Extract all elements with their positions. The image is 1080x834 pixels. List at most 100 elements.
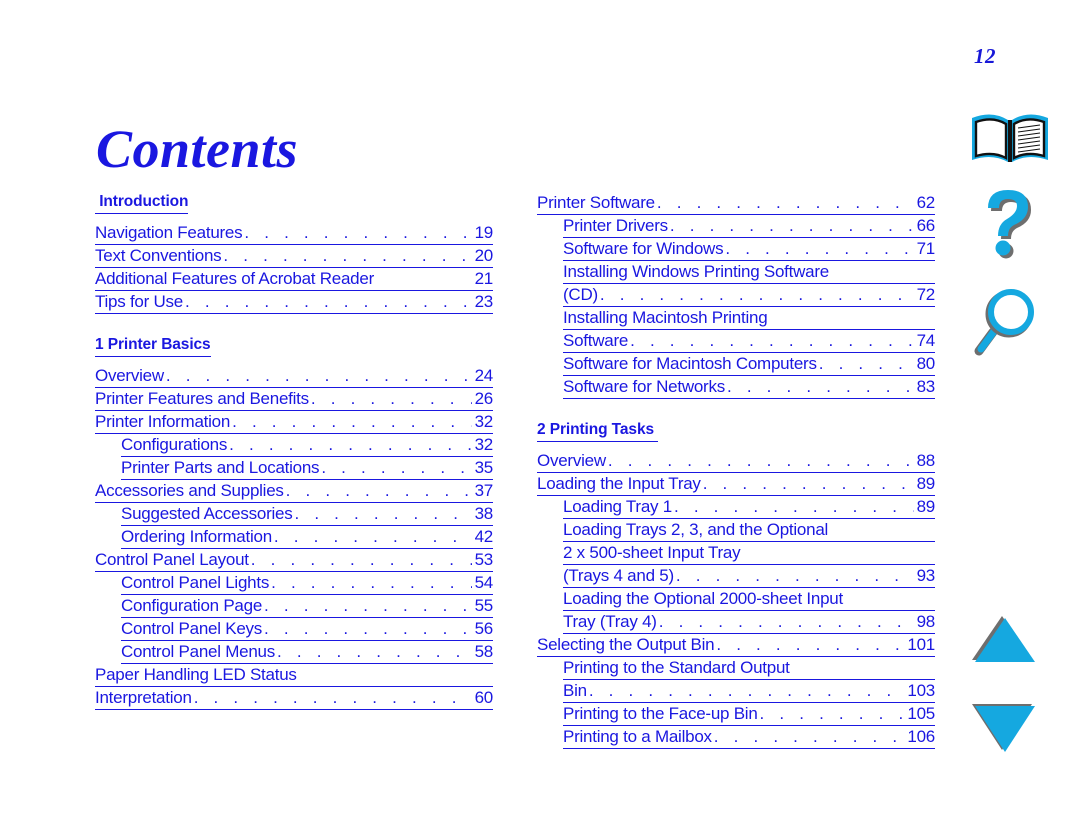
toc-entry[interactable]: Printing to the Standard Output . . . . … [537,657,935,703]
open-book-icon[interactable] [962,108,1058,170]
dot-leader: . . . . . . . . . . . . . . . . . . . . … [716,635,905,654]
toc-entry-line: (CD). . . . . . . . . . . . . . . . . . … [563,284,935,307]
toc-page-number: 103 [907,681,935,700]
toc-entry-group: Overview. . . . . . . . . . . . . . . . … [537,450,935,749]
magnifier-icon[interactable] [962,288,1058,356]
toc-entry-line: Installing Macintosh Printing . . . . . … [563,307,935,330]
toc-page-number: 89 [916,497,936,516]
toc-entry-title: Suggested Accessories [121,504,293,523]
toc-entry-title: Installing Windows Printing Software [563,262,834,281]
toc-entry-title: Control Panel Menus [121,642,276,661]
dot-leader: . . . . . . . . . . . . . . . . . . . . … [250,550,472,569]
toc-entry-line: Printing to the Face-up Bin. . . . . . .… [563,703,935,726]
toc-entry[interactable]: Configurations. . . . . . . . . . . . . … [95,434,493,457]
toc-entry[interactable]: Control Panel Keys. . . . . . . . . . . … [95,618,493,641]
toc-entry-line: Additional Features of Acrobat Reader. .… [95,268,493,291]
toc-page-number: 93 [916,566,936,585]
dot-leader: . . . . . . . . . . . . . . . . . . . . … [673,497,914,516]
toc-entry-title: Software for Networks [563,377,725,396]
dot-leader: . . . . . . . . . . . . . . . . . . . . … [669,216,914,235]
toc-entry-title: Configurations [121,435,228,454]
toc-entry[interactable]: Additional Features of Acrobat Reader. .… [95,268,493,291]
toc-entry-line: Printer Software. . . . . . . . . . . . … [537,192,935,215]
dot-leader: . . . . . . . . . . . . . . . . . . . . … [193,688,472,707]
toc-page-number: 32 [474,435,494,454]
dot-leader: . . . . . . . . . . . . . . . . . . . . … [165,366,472,385]
toc-page-number: 37 [474,481,494,500]
toc-entry[interactable]: Overview. . . . . . . . . . . . . . . . … [95,365,493,388]
toc-entry-line: Tray (Tray 4). . . . . . . . . . . . . .… [563,611,935,634]
toc-entry[interactable]: Printer Information. . . . . . . . . . .… [95,411,493,434]
toc-entry-title: Control Panel Keys [121,619,263,638]
toc-entry[interactable]: Control Panel Layout. . . . . . . . . . … [95,549,493,572]
dot-leader: . . . . . . . . . . . . . . . . . . . . … [725,239,914,258]
toc-section-heading[interactable]: Introduction [95,192,493,214]
toc-entry-title: (Trays 4 and 5) [563,566,674,585]
arrow-up-icon[interactable] [962,612,1058,666]
toc-entry[interactable]: Printer Parts and Locations. . . . . . .… [95,457,493,480]
toc-entry-title: Overview [95,366,164,385]
toc-entry[interactable]: Selecting the Output Bin. . . . . . . . … [537,634,935,657]
dot-leader: . . . . . . . . . . . . . . . . . . . . … [599,285,914,304]
toc-page-number: 20 [474,246,494,265]
dot-leader: . . . . . . . . . . . . . . . . . . . . … [713,727,905,746]
dot-leader: . . . . . . . . . . . . . . . . . . . . … [223,246,472,265]
toc-entry[interactable]: Navigation Features. . . . . . . . . . .… [95,222,493,245]
toc-entry[interactable]: Loading Tray 1. . . . . . . . . . . . . … [537,496,935,519]
dot-leader: . . . . . . . . . . . . . . . . . . . . … [244,223,471,242]
dot-leader: . . . . . . . . . . . . . . . . . . . . … [702,474,914,493]
toc-entry[interactable]: Paper Handling LED Status . . . . . . . … [95,664,493,710]
toc-entry-line: Installing Windows Printing Software . .… [563,261,935,284]
toc-section-heading[interactable]: 2 Printing Tasks [537,420,935,442]
toc-entry[interactable]: Installing Windows Printing Software . .… [537,261,935,307]
toc-entry[interactable]: Text Conventions. . . . . . . . . . . . … [95,245,493,268]
toc-entry[interactable]: Suggested Accessories. . . . . . . . . .… [95,503,493,526]
toc-entry-line: 2 x 500-sheet Input Tray . . . . . . . .… [563,542,935,565]
toc-entry[interactable]: Printing to a Mailbox. . . . . . . . . .… [537,726,935,749]
toc-entry[interactable]: Software for Networks. . . . . . . . . .… [537,376,935,399]
toc-entry[interactable]: Control Panel Lights. . . . . . . . . . … [95,572,493,595]
toc-entry[interactable]: Printer Drivers. . . . . . . . . . . . .… [537,215,935,238]
toc-page-number: 98 [916,612,936,631]
toc-entry[interactable]: Printer Features and Benefits. . . . . .… [95,388,493,411]
toc-entry[interactable]: Loading Trays 2, 3, and the Optional . .… [537,519,935,588]
toc-column-left: Introduction Navigation Features. . . . .… [95,192,493,710]
toc-entry[interactable]: Loading the Input Tray. . . . . . . . . … [537,473,935,496]
dot-leader: . . . . . . . . . . . . . . . . . . . . … [285,481,472,500]
toc-entry[interactable]: Configuration Page. . . . . . . . . . . … [95,595,493,618]
dot-leader: . . . . . . . . . . . . . . . . . . . . … [185,292,472,311]
toc-entry-line: Interpretation. . . . . . . . . . . . . … [95,687,493,710]
toc-page-number: 83 [916,377,936,396]
toc-entry-line: (Trays 4 and 5). . . . . . . . . . . . .… [563,565,935,588]
toc-page-number: 105 [907,704,935,723]
toc-page-number: 101 [907,635,935,654]
toc-entry-line: Accessories and Supplies. . . . . . . . … [95,480,493,503]
toc-entry[interactable]: Software for Windows. . . . . . . . . . … [537,238,935,261]
dot-leader: . . . . . . . . . . . . . . . . . . . . … [273,527,472,546]
toc-entry[interactable]: Printing to the Face-up Bin. . . . . . .… [537,703,935,726]
toc-entry[interactable]: Tips for Use. . . . . . . . . . . . . . … [95,291,493,314]
toc-entry[interactable]: Accessories and Supplies. . . . . . . . … [95,480,493,503]
arrow-down-icon[interactable] [962,700,1058,754]
toc-entry-group: Overview. . . . . . . . . . . . . . . . … [95,365,493,710]
toc-entry-title: Printer Parts and Locations [121,458,320,477]
toc-entry-title: Control Panel Lights [121,573,270,592]
toc-entry[interactable]: Overview. . . . . . . . . . . . . . . . … [537,450,935,473]
toc-page-number: 66 [916,216,936,235]
toc-section-heading[interactable]: 1 Printer Basics [95,335,493,357]
dot-leader: . . . . . . . . . . . . . . . . . . . . … [675,566,914,585]
toc-entry-title: Ordering Information [121,527,272,546]
toc-entry[interactable]: Control Panel Menus. . . . . . . . . . .… [95,641,493,664]
toc-entry[interactable]: Printer Software. . . . . . . . . . . . … [537,192,935,215]
toc-entry-line: Tips for Use. . . . . . . . . . . . . . … [95,291,493,314]
toc-entry[interactable]: Ordering Information. . . . . . . . . . … [95,526,493,549]
toc-entry[interactable]: Loading the Optional 2000-sheet Input . … [537,588,935,634]
dot-leader: . . . . . . . . . . . . . . . . . . . . … [229,435,471,454]
toc-page-number: 55 [474,596,494,615]
question-mark-icon[interactable] [962,186,1058,260]
toc-entry[interactable]: Software for Macintosh Computers. . . . … [537,353,935,376]
dot-leader: . . . . . . . . . . . . . . . . . . . . … [759,704,905,723]
toc-entry[interactable]: Installing Macintosh Printing . . . . . … [537,307,935,353]
dot-leader: . . . . . . . . . . . . . . . . . . . . … [310,389,472,408]
toc-entry-title: Software for Macintosh Computers [563,354,817,373]
